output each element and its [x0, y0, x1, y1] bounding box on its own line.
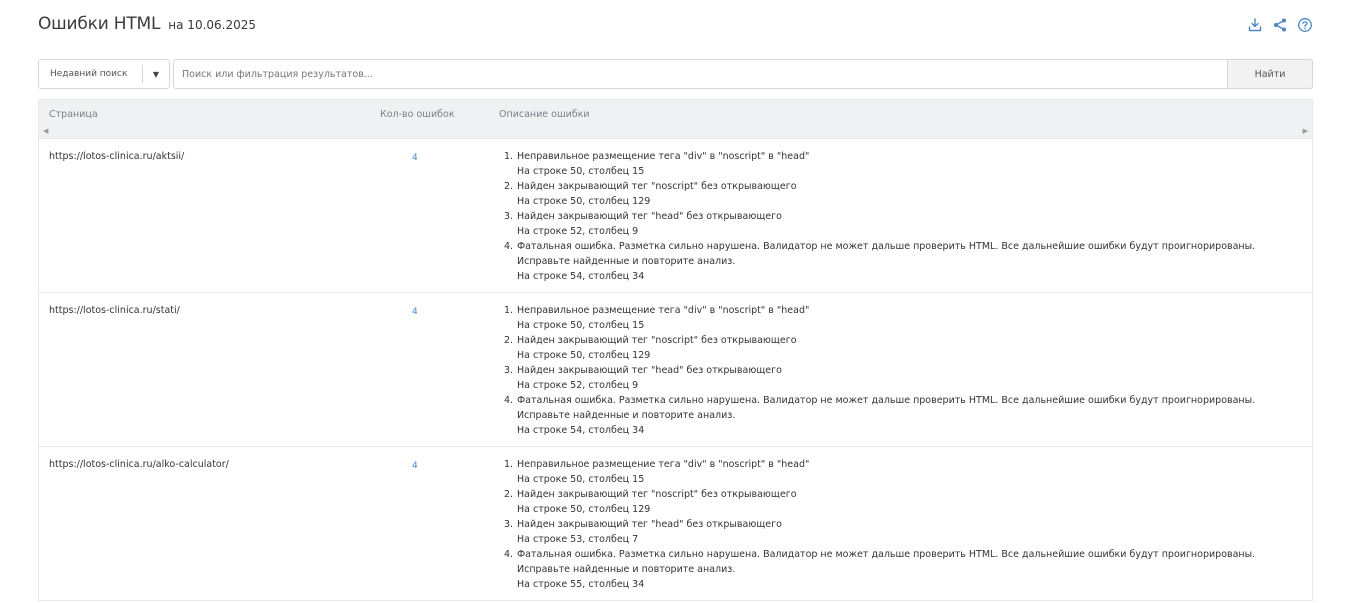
error-item: 4. Фатальная ошибка. Разметка сильно нару…: [504, 549, 1256, 590]
error-item: 1. Неправильное размещение тега "div" в "…: [504, 459, 810, 485]
page-url[interactable]: https://lotos-clinica.ru/stati/: [49, 305, 180, 316]
error-count[interactable]: 4: [412, 153, 418, 163]
chevron-down-icon[interactable]: ▼: [143, 70, 169, 79]
column-header-count[interactable]: Кол-во ошибок: [380, 109, 455, 120]
error-item: 1. Неправильное размещение тега "div" в "…: [504, 151, 810, 177]
error-item: 2. Найден закрывающий тег "noscript" без …: [504, 335, 797, 361]
header-actions: [1247, 17, 1313, 33]
column-header-description[interactable]: Описание ошибки: [499, 109, 590, 120]
scroll-right-icon[interactable]: ▶: [1303, 127, 1308, 135]
error-description: 1. Неправильное размещение тега "div" в "…: [504, 457, 1304, 592]
page-date: на 10.06.2025: [168, 18, 257, 32]
error-count[interactable]: 4: [412, 307, 418, 317]
find-button[interactable]: Найти: [1227, 59, 1313, 89]
column-header-page[interactable]: Страница: [49, 109, 98, 120]
scroll-left-icon[interactable]: ◀: [43, 127, 48, 135]
page-url[interactable]: https://lotos-clinica.ru/alko-calculator…: [49, 459, 229, 470]
recent-search-label: Недавний поиск: [50, 69, 128, 79]
recent-search-dropdown[interactable]: Недавний поиск ▼: [38, 59, 170, 89]
error-item: 2. Найден закрывающий тег "noscript" без …: [504, 181, 797, 207]
error-item: 2. Найден закрывающий тег "noscript" без …: [504, 489, 797, 515]
error-item: 3. Найден закрывающий тег "head" без откр…: [504, 365, 782, 391]
error-description: 1. Неправильное размещение тега "div" в "…: [504, 149, 1304, 284]
error-item: 4. Фатальная ошибка. Разметка сильно нару…: [504, 241, 1256, 282]
error-item: 4. Фатальная ошибка. Разметка сильно нару…: [504, 395, 1256, 436]
error-item: 1. Неправильное размещение тега "div" в "…: [504, 305, 810, 331]
error-item: 3. Найден закрывающий тег "head" без откр…: [504, 211, 782, 237]
error-item: 3. Найден закрывающий тег "head" без откр…: [504, 519, 782, 545]
search-input[interactable]: Поиск или фильтрация результатов...: [173, 59, 1227, 89]
share-icon[interactable]: [1272, 17, 1288, 33]
errors-table: Страница Кол-во ошибок Описание ошибки ◀…: [38, 99, 1313, 601]
search-placeholder: Поиск или фильтрация результатов...: [182, 68, 373, 80]
table-row: https://lotos-clinica.ru/aktsii/ 4 1. Неп…: [38, 139, 1313, 293]
search-bar: Недавний поиск ▼ Поиск или фильтрация ре…: [38, 59, 1313, 89]
page-title: Ошибки HTML: [38, 14, 161, 34]
error-count[interactable]: 4: [412, 461, 418, 471]
page-header: Ошибки HTML на 10.06.2025: [38, 14, 1313, 40]
page-url[interactable]: https://lotos-clinica.ru/aktsii/: [49, 151, 184, 162]
table-header: Страница Кол-во ошибок Описание ошибки ◀…: [38, 99, 1313, 139]
download-icon[interactable]: [1247, 17, 1263, 33]
error-description: 1. Неправильное размещение тега "div" в "…: [504, 303, 1304, 438]
table-row: https://lotos-clinica.ru/stati/ 4 1. Непр…: [38, 293, 1313, 447]
table-row: https://lotos-clinica.ru/alko-calculator…: [38, 447, 1313, 601]
help-icon[interactable]: [1297, 17, 1313, 33]
